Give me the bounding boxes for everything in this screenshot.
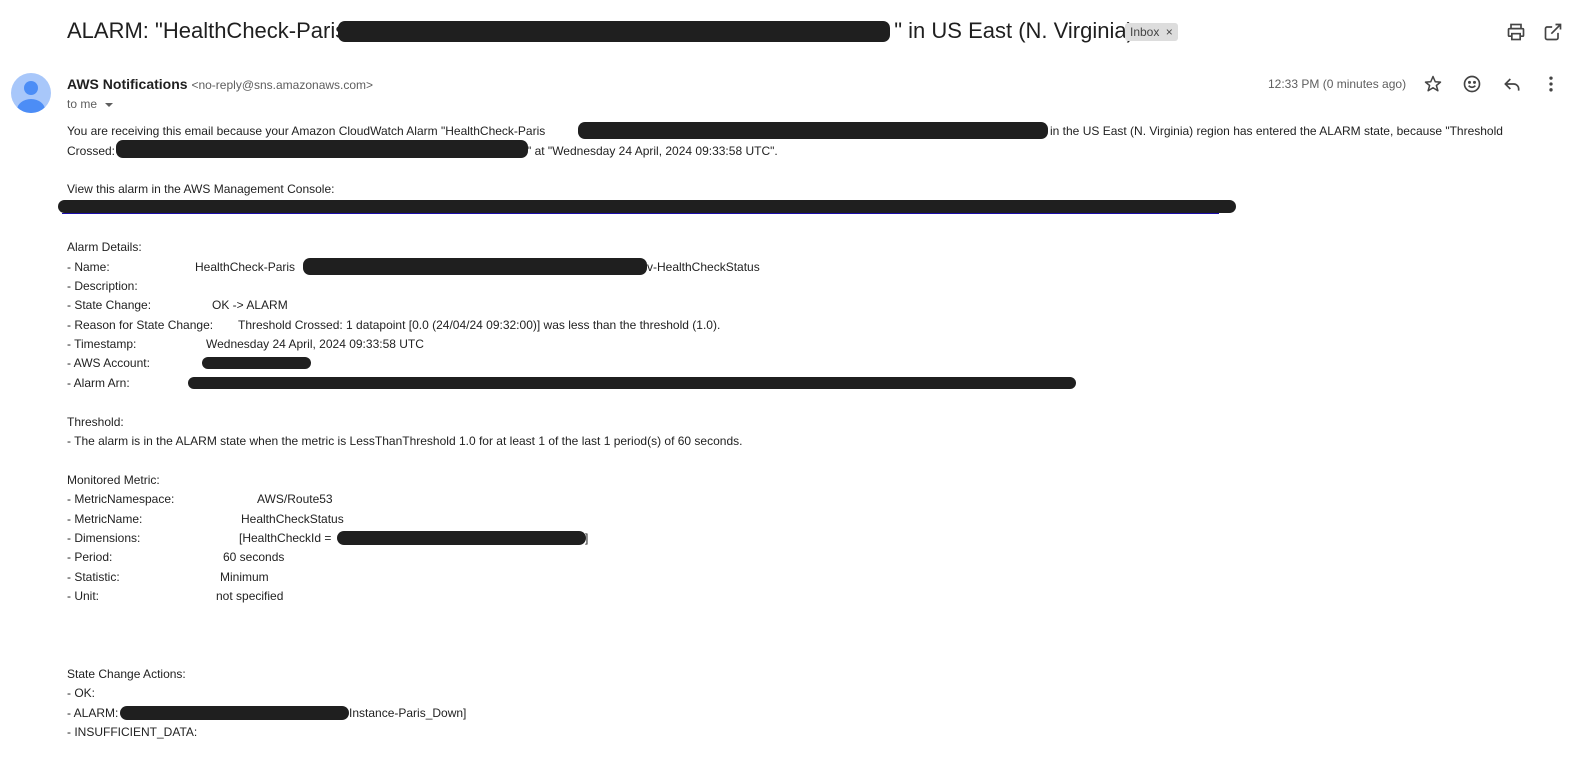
inbox-label: Inbox <box>1130 25 1160 39</box>
redaction <box>337 531 586 545</box>
period-value: 60 seconds <box>223 550 285 564</box>
metric-name-key: - MetricName: <box>67 512 143 526</box>
sender-line: AWS Notifications <no-reply@sns.amazonaw… <box>67 75 373 94</box>
redaction <box>338 21 890 42</box>
dimensions-value-suffix: ] <box>585 531 589 545</box>
intro-text-3: Crossed: <box>67 144 116 158</box>
redaction <box>303 258 647 275</box>
alarm-details-header: Alarm Details: <box>67 240 142 254</box>
redaction <box>188 377 1076 389</box>
ok-action-key: - OK: <box>67 686 96 700</box>
person-icon <box>17 81 45 113</box>
intro-text-4: " at "Wednesday 24 April, 2024 09:33:58 … <box>527 144 778 158</box>
recipient-label: to me <box>67 97 98 111</box>
state-change-key: - State Change: <box>67 298 152 312</box>
recipient-line[interactable]: to me <box>67 96 114 113</box>
email-timestamp: 12:33 PM (0 minutes ago) <box>1268 77 1407 91</box>
redaction <box>202 357 311 369</box>
sender-name[interactable]: AWS Notifications <box>67 76 188 92</box>
sender-email: <no-reply@sns.amazonaws.com> <box>191 78 374 92</box>
statistic-value: Minimum <box>220 570 269 584</box>
print-icon[interactable] <box>1503 19 1529 45</box>
subject-suffix: " in US East (N. Virginia) <box>894 18 1134 43</box>
unit-key: - Unit: <box>67 589 100 603</box>
name-value-prefix: HealthCheck-Paris <box>195 260 296 274</box>
avatar <box>11 73 51 113</box>
timestamp-value: Wednesday 24 April, 2024 09:33:58 UTC <box>206 337 424 351</box>
chevron-down-icon[interactable] <box>104 97 114 113</box>
dimensions-value-prefix: [HealthCheckId = <box>239 531 332 545</box>
namespace-key: - MetricNamespace: <box>67 492 175 506</box>
unit-value: not specified <box>216 589 284 603</box>
metric-name-value: HealthCheckStatus <box>241 512 344 526</box>
reply-icon[interactable] <box>1499 71 1525 97</box>
alarm-action-key: - ALARM: <box>67 706 119 720</box>
star-icon[interactable] <box>1420 71 1446 97</box>
threshold-header: Threshold: <box>67 415 124 429</box>
intro-text-1: You are receiving this email because you… <box>67 124 546 138</box>
alarm-arn-key: - Alarm Arn: <box>67 376 130 390</box>
timestamp-key: - Timestamp: <box>67 337 137 351</box>
reason-value: Threshold Crossed: 1 datapoint [0.0 (24/… <box>238 318 721 332</box>
remove-label-button[interactable]: × <box>1166 25 1173 39</box>
name-value-suffix: v-HealthCheckStatus <box>647 260 760 274</box>
state-change-value: OK -> ALARM <box>212 298 288 312</box>
subject-prefix: ALARM: "HealthCheck-Paris <box>67 18 347 43</box>
monitored-metric-header: Monitored Metric: <box>67 473 160 487</box>
more-vert-icon[interactable] <box>1538 71 1564 97</box>
inbox-label-chip[interactable]: Inbox × <box>1125 23 1178 41</box>
console-label: View this alarm in the AWS Management Co… <box>67 182 335 196</box>
redaction <box>578 122 1048 139</box>
intro-line-1: You are receiving this email because you… <box>67 124 545 139</box>
state-change-actions-header: State Change Actions: <box>67 667 186 681</box>
reason-key: - Reason for State Change: <box>67 318 214 332</box>
insufficient-data-key: - INSUFFICIENT_DATA: <box>67 725 198 739</box>
name-key: - Name: <box>67 260 110 274</box>
threshold-value: - The alarm is in the ALARM state when t… <box>67 434 743 448</box>
dimensions-key: - Dimensions: <box>67 531 141 545</box>
statistic-key: - Statistic: <box>67 570 120 584</box>
alarm-action-value-suffix: Instance-Paris_Down] <box>349 706 467 720</box>
open-in-new-icon[interactable] <box>1540 19 1566 45</box>
emoji-icon[interactable] <box>1459 71 1485 97</box>
redaction <box>116 140 528 158</box>
description-key: - Description: <box>67 279 138 293</box>
period-key: - Period: <box>67 550 113 564</box>
redaction <box>120 706 349 720</box>
intro-text-2: in the US East (N. Virginia) region has … <box>1050 124 1503 138</box>
aws-account-key: - AWS Account: <box>67 356 150 370</box>
redaction <box>58 200 1236 213</box>
namespace-value: AWS/Route53 <box>257 492 333 506</box>
